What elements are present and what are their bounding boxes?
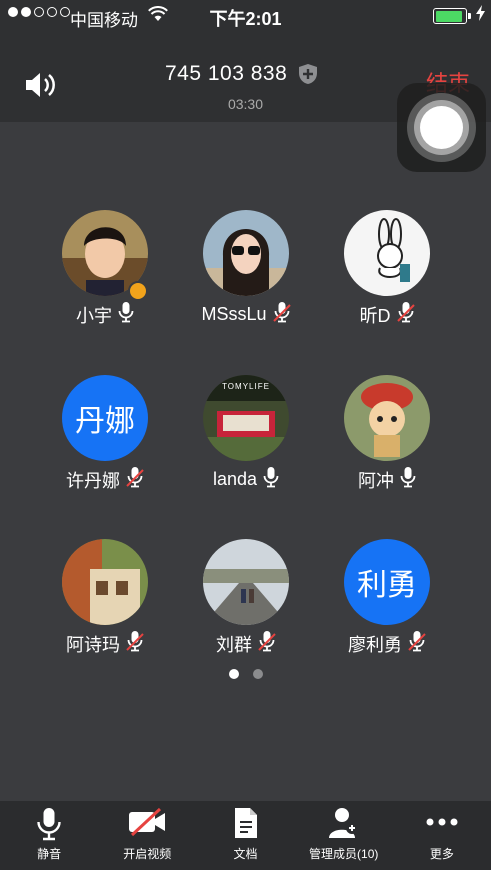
participant-name: 刘群 xyxy=(216,634,252,655)
battery-icon xyxy=(433,8,471,24)
avatar: 利勇 xyxy=(344,539,430,625)
host-badge-icon xyxy=(128,281,148,301)
mute-button[interactable]: 静音 xyxy=(0,801,98,870)
participant-name: MSssLu xyxy=(201,304,267,324)
microphone-icon xyxy=(400,466,416,493)
microphone-icon xyxy=(118,301,134,328)
avatar: TOMYLIFE xyxy=(203,375,289,461)
avatar: 丹娜 xyxy=(62,375,148,461)
participant-name: 许丹娜 xyxy=(66,470,120,491)
more-button[interactable]: 更多 xyxy=(393,801,491,870)
document-icon xyxy=(196,807,294,839)
shield-icon xyxy=(298,63,318,90)
page-dot-active[interactable] xyxy=(228,669,239,679)
microphone-muted-icon xyxy=(258,630,276,657)
video-off-icon xyxy=(98,807,196,837)
bottom-toolbar: 静音 开启视频 文档 管理成员(10) 更多 xyxy=(0,801,491,870)
microphone-icon xyxy=(263,466,279,493)
charging-bolt-icon xyxy=(476,5,485,26)
microphone-muted-icon xyxy=(408,630,426,657)
microphone-icon xyxy=(0,807,98,841)
more-label: 更多 xyxy=(429,847,454,861)
status-bar: 中国移动 下午2:01 xyxy=(0,0,491,32)
documents-label: 文档 xyxy=(233,847,258,861)
microphone-muted-icon xyxy=(272,301,291,328)
mute-label: 静音 xyxy=(37,847,62,861)
participant-name: 阿诗玛 xyxy=(66,634,120,655)
participant-name: 阿冲 xyxy=(358,470,394,491)
manage-members-button[interactable]: 管理成员(10) xyxy=(295,801,393,870)
page-dot[interactable] xyxy=(252,669,263,679)
start-video-button[interactable]: 开启视频 xyxy=(98,801,196,870)
avatar xyxy=(344,210,430,296)
avatar xyxy=(203,539,289,625)
participant-name: 小宇 xyxy=(76,305,112,326)
manage-members-label: 管理成员(10) xyxy=(309,847,379,861)
microphone-muted-icon xyxy=(126,630,144,657)
wifi-icon xyxy=(148,6,168,27)
microphone-muted-icon xyxy=(126,466,144,493)
avatar xyxy=(62,539,148,625)
avatar xyxy=(203,210,289,296)
assistive-touch-button[interactable] xyxy=(397,83,486,172)
signal-strength-icon xyxy=(8,7,70,17)
manage-members-icon xyxy=(295,807,393,839)
more-dots-icon xyxy=(393,807,491,837)
avatar-sign-text: TOMYLIFE xyxy=(222,382,270,391)
participant-name: 廖利勇 xyxy=(348,634,402,655)
start-video-label: 开启视频 xyxy=(123,847,172,861)
participant-name: landa xyxy=(212,469,258,489)
avatar xyxy=(344,375,430,461)
microphone-muted-icon xyxy=(396,301,415,328)
participant-name: 昕D xyxy=(359,305,391,326)
documents-button[interactable]: 文档 xyxy=(196,801,294,870)
carrier-name: 中国移动 xyxy=(70,11,138,30)
page-indicator[interactable] xyxy=(0,669,491,679)
meeting-id: 745 103 838 xyxy=(165,62,288,85)
